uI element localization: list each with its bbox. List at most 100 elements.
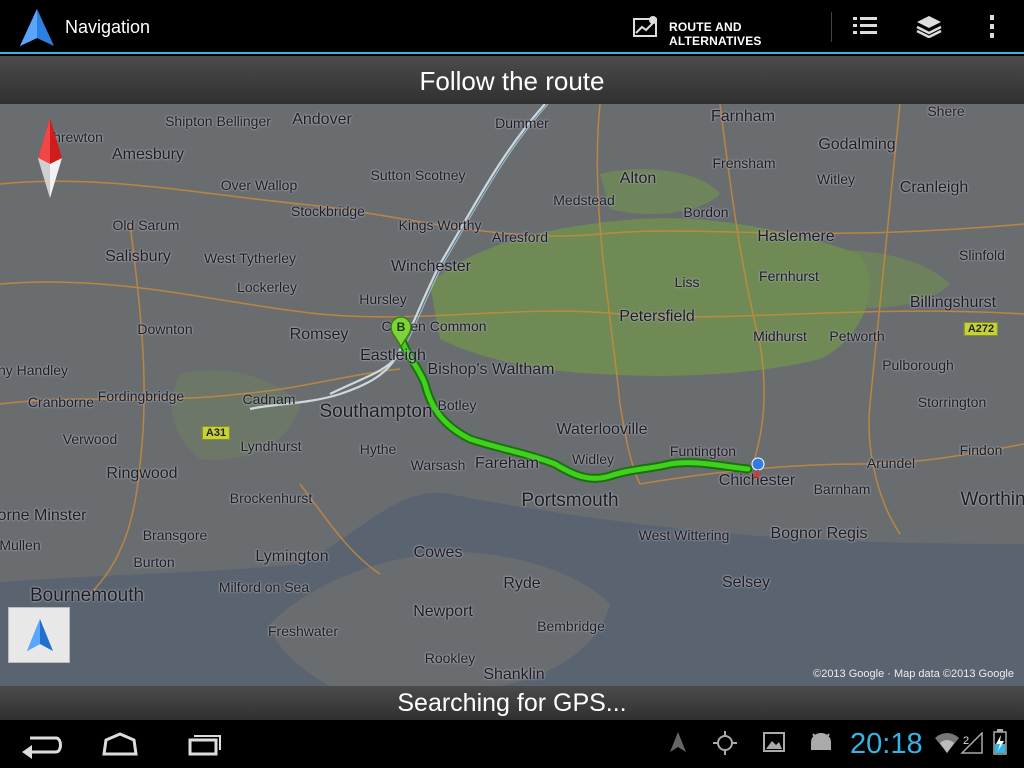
place-label: Burton bbox=[133, 554, 175, 570]
place-label: Downton bbox=[137, 321, 193, 337]
place-label: Sutton Scotney bbox=[370, 167, 466, 183]
place-label: Cowes bbox=[413, 544, 463, 561]
place-label: Billingshurst bbox=[909, 294, 997, 311]
layers-button[interactable] bbox=[898, 0, 958, 52]
place-label: Fordingbridge bbox=[97, 388, 185, 404]
place-label: Widley bbox=[571, 451, 615, 467]
place-label: Bransgore bbox=[142, 527, 208, 543]
place-label: Cadnam bbox=[242, 391, 296, 407]
signal-icon: 2 bbox=[960, 732, 983, 754]
directions-list-button[interactable] bbox=[834, 0, 894, 52]
navigation-notify-icon bbox=[670, 732, 686, 752]
place-label: Rookley bbox=[424, 650, 476, 666]
place-label: Bishop's Waltham bbox=[427, 361, 555, 378]
place-label: Amesbury bbox=[111, 146, 185, 163]
place-label: Hursley bbox=[359, 291, 407, 307]
system-bar: 20:18 2 bbox=[0, 720, 1024, 768]
place-label: Worthin bbox=[960, 489, 1024, 510]
recent-apps-icon bbox=[188, 735, 221, 756]
action-divider bbox=[831, 12, 832, 42]
gallery-icon bbox=[763, 732, 785, 752]
place-label: Andover bbox=[292, 111, 352, 128]
place-label: Portsmouth bbox=[521, 490, 619, 511]
place-label: Haslemere bbox=[757, 228, 835, 245]
overflow-menu-icon bbox=[990, 15, 994, 38]
route-map-icon bbox=[633, 16, 657, 37]
back-button[interactable] bbox=[16, 728, 68, 760]
route-and-alternatives-button[interactable]: ROUTE AND ALTERNATIVES bbox=[624, 0, 830, 52]
destination-marker-label: B bbox=[397, 320, 406, 334]
action-bar: Navigation ROUTE AND ALTERNATIVES bbox=[0, 0, 1024, 54]
gps-icon bbox=[713, 731, 737, 755]
place-label: Frensham bbox=[712, 155, 776, 171]
place-label: orne Minster bbox=[0, 507, 87, 524]
map-view[interactable]: hrewton Shipton Bellinger Andover Dummer… bbox=[0, 104, 1024, 686]
place-label: Bembridge bbox=[537, 618, 605, 634]
place-label: Salisbury bbox=[105, 248, 171, 265]
route-and-alternatives-label: ROUTE AND ALTERNATIVES bbox=[669, 20, 762, 48]
place-label: Storrington bbox=[917, 394, 987, 410]
place-label: Farnham bbox=[710, 108, 776, 125]
place-label: Botley bbox=[437, 397, 477, 413]
place-label: Bognor Regis bbox=[770, 525, 868, 542]
app-title: Navigation bbox=[65, 17, 151, 37]
place-label: Over Wallop bbox=[220, 177, 298, 193]
home-icon bbox=[102, 732, 138, 756]
svg-text:2: 2 bbox=[963, 735, 969, 747]
place-label: Petworth bbox=[829, 328, 885, 344]
road-badge: A272 bbox=[963, 322, 999, 336]
my-location-button[interactable] bbox=[8, 607, 70, 663]
destination-marker[interactable]: B bbox=[389, 316, 413, 353]
place-label: Liss bbox=[674, 274, 700, 290]
map-copyright: ©2013 Google · Map data ©2013 Google bbox=[813, 668, 1014, 680]
clock[interactable]: 20:18 bbox=[850, 728, 923, 761]
compass-icon[interactable] bbox=[36, 118, 64, 203]
gps-status: Searching for GPS... bbox=[0, 686, 1024, 720]
instruction-banner: Follow the route bbox=[0, 56, 1024, 104]
place-label: Newport bbox=[413, 603, 473, 620]
place-label: Slinfold bbox=[959, 247, 1005, 263]
place-label: Selsey bbox=[721, 574, 771, 591]
place-label: Dummer bbox=[495, 115, 549, 131]
place-label: Shipton Bellinger bbox=[165, 113, 271, 129]
place-label: West Tytherley bbox=[203, 250, 297, 266]
place-label: Lymington bbox=[255, 548, 329, 565]
place-label: Brockenhurst bbox=[229, 490, 313, 506]
navigation-arrow-icon bbox=[27, 619, 53, 651]
place-label: Bournemouth bbox=[29, 585, 145, 606]
place-label: Waterlooville bbox=[556, 421, 648, 438]
place-label: Warsash bbox=[410, 457, 466, 473]
place-label: Barnham bbox=[813, 481, 871, 497]
battery-icon bbox=[993, 729, 1007, 755]
android-debug-icon bbox=[811, 733, 831, 750]
place-label: Petersfield bbox=[619, 308, 695, 325]
place-label: Medstead bbox=[553, 192, 615, 208]
place-label: Arundel bbox=[866, 455, 916, 471]
place-label: Funtington bbox=[669, 443, 737, 459]
place-label: Milford on Sea bbox=[218, 579, 310, 595]
place-label: Fernhurst bbox=[759, 268, 819, 284]
layers-icon bbox=[916, 16, 942, 38]
place-label: Lyndhurst bbox=[240, 438, 302, 454]
start-location-marker bbox=[748, 456, 768, 485]
place-label: Findon bbox=[959, 442, 1003, 458]
place-label: West Wittering bbox=[638, 527, 730, 543]
place-label: Pulborough bbox=[882, 357, 954, 373]
place-label: Ringwood bbox=[106, 465, 178, 482]
overflow-menu-button[interactable] bbox=[962, 0, 1022, 52]
place-label: Kings Worthy bbox=[398, 217, 482, 233]
place-label: Fareham bbox=[474, 455, 540, 472]
home-button[interactable] bbox=[94, 728, 146, 760]
place-label: Stockbridge bbox=[291, 203, 365, 219]
place-label: Shere bbox=[927, 104, 965, 119]
place-label: Ryde bbox=[503, 575, 541, 592]
place-label: Freshwater bbox=[267, 623, 339, 639]
place-label: Midhurst bbox=[753, 328, 807, 344]
back-icon bbox=[22, 736, 62, 759]
place-label: Romsey bbox=[289, 326, 349, 343]
place-label: Southampton bbox=[319, 401, 433, 422]
place-label: Alresford bbox=[491, 229, 549, 245]
recent-apps-button[interactable] bbox=[176, 728, 228, 760]
place-label: Winchester bbox=[390, 258, 472, 275]
navigation-arrow-icon[interactable] bbox=[18, 8, 56, 48]
